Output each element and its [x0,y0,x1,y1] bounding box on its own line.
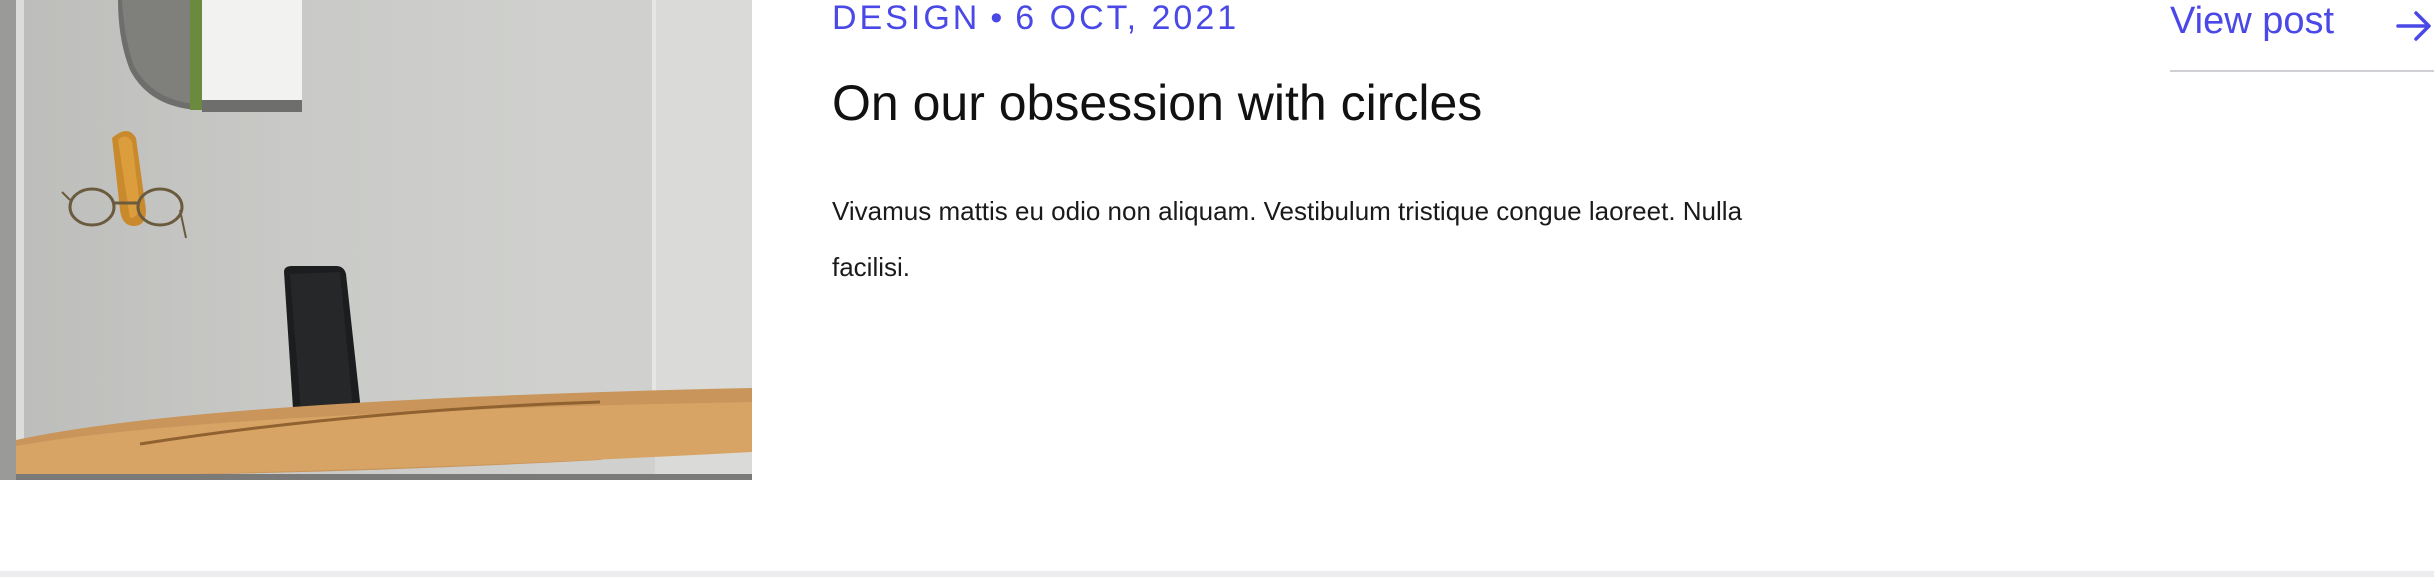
post-thumbnail[interactable] [0,0,752,480]
section-divider [0,571,2434,577]
view-post-label: View post [2170,0,2335,42]
post-meta: DESIGN • 6 OCT, 2021 [832,0,1239,36]
arrow-right-icon [2394,4,2434,44]
post-category[interactable]: DESIGN [832,0,980,37]
view-post-link[interactable]: View post [2170,0,2434,72]
meta-separator: • [990,0,1006,37]
post-date: 6 OCT, 2021 [1015,0,1240,37]
post-excerpt: Vivamus mattis eu odio non aliquam. Vest… [832,196,1743,282]
post-title[interactable]: On our obsession with circles [832,72,1482,134]
